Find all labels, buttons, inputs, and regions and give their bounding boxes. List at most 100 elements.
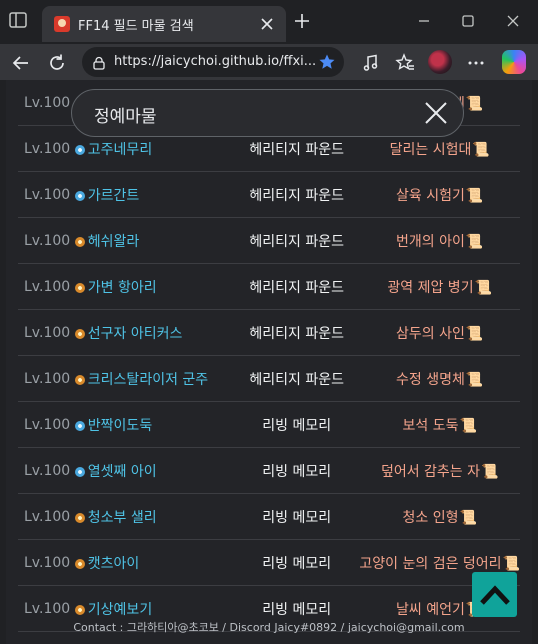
fate-cell[interactable]: 보석 도둑📜 xyxy=(359,401,520,448)
level-cell: Lv.100 xyxy=(18,171,74,218)
lock-icon[interactable] xyxy=(92,55,106,70)
scroll-icon: 📜 xyxy=(481,463,499,480)
tab-title: FF14 필드 마물 검색 xyxy=(78,19,194,34)
search-bar[interactable]: 정예마물 xyxy=(71,89,464,137)
monster-table: Lv.100크리스탈라이저 군주샬로니 황야수정 생명체📜Lv.100고주네무리… xyxy=(18,80,520,632)
profile-avatar[interactable] xyxy=(428,50,452,74)
level-label: Lv.100 xyxy=(24,508,71,525)
copilot-icon[interactable] xyxy=(502,50,526,74)
monster-name[interactable]: 헤쉬왈라 xyxy=(73,217,235,264)
new-tab-icon[interactable] xyxy=(292,11,312,31)
chevron-up-icon xyxy=(480,585,510,605)
monster-name[interactable]: 크리스탈라이저 군주 xyxy=(73,355,235,402)
fate-name: 달리는 시험대 xyxy=(389,141,472,158)
back-icon[interactable] xyxy=(10,52,32,74)
level-label: Lv.100 xyxy=(24,94,71,111)
scroll-icon: 📜 xyxy=(465,233,484,250)
scroll-icon: 📜 xyxy=(465,95,484,112)
fate-cell[interactable]: 광역 제압 병기📜 xyxy=(359,263,520,310)
level-cell: Lv.100 xyxy=(18,263,74,310)
fate-cell[interactable]: 삼두의 사인📜 xyxy=(359,309,520,356)
fate-name: 살육 시험기 xyxy=(396,187,465,204)
scroll-icon: 📜 xyxy=(465,325,484,342)
browser-tab[interactable]: FF14 필드 마물 검색 xyxy=(42,6,286,42)
search-input[interactable]: 정예마물 xyxy=(94,102,157,127)
fate-name: 수정 생명체 xyxy=(396,371,465,388)
location-cell: 리빙 메모리 xyxy=(234,539,360,586)
fate-name: 보석 도둑 xyxy=(402,417,459,434)
scroll-icon: 📜 xyxy=(459,509,477,526)
footer-contact: Contact : 그라하티아@초코보 / Discord Jaicy#0892… xyxy=(73,621,465,634)
location-cell: 헤리티지 파운드 xyxy=(234,217,360,264)
scroll-icon: 📜 xyxy=(465,371,484,388)
rank-icon xyxy=(74,328,85,339)
fate-cell[interactable]: 번개의 아이📜 xyxy=(359,217,520,264)
level-cell: Lv.100 xyxy=(18,217,74,264)
monster-name[interactable]: 가르간트 xyxy=(73,171,235,218)
location-cell: 헤리티지 파운드 xyxy=(234,263,360,310)
tab-close-icon[interactable] xyxy=(258,15,276,33)
table-row: Lv.100 가르간트 헤리티지 파운드 살육 시험기📜 xyxy=(18,171,520,218)
level-label: Lv.100 xyxy=(24,278,71,295)
monster-name[interactable]: 청소부 샐리 xyxy=(73,493,235,540)
level-cell: Lv.100 xyxy=(18,447,74,494)
tab-favicon-icon xyxy=(54,16,70,32)
fate-name: 청소 인형 xyxy=(402,509,459,526)
fate-cell[interactable]: 청소 인형📜 xyxy=(359,493,520,540)
rank-icon xyxy=(74,604,85,615)
reload-icon[interactable] xyxy=(46,52,68,74)
address-bar: https://jaicychoi.github.io/ffxi... xyxy=(0,44,538,80)
rank-icon xyxy=(74,558,85,569)
more-menu-icon[interactable] xyxy=(465,52,487,74)
table-row: Lv.100 가변 항아리 헤리티지 파운드 광역 제압 병기📜 xyxy=(18,263,520,310)
fate-cell[interactable]: 살육 시험기📜 xyxy=(359,171,520,218)
level-label: Lv.100 xyxy=(24,554,71,571)
level-cell: Lv.100 xyxy=(18,125,74,172)
monster-name[interactable]: 가변 항아리 xyxy=(73,263,235,310)
location-cell: 리빙 메모리 xyxy=(234,401,360,448)
monster-name[interactable]: 열셋째 아이 xyxy=(73,447,235,494)
rank-icon xyxy=(74,144,85,155)
rank-icon xyxy=(74,374,85,385)
url-text: https://jaicychoi.github.io/ffxi... xyxy=(114,54,317,69)
clear-search-icon[interactable] xyxy=(423,100,449,126)
close-window-icon[interactable] xyxy=(503,11,523,31)
minimize-icon[interactable] xyxy=(414,11,434,31)
sidebar-toggle-icon[interactable] xyxy=(8,10,32,34)
media-control-icon[interactable] xyxy=(360,52,382,74)
fate-name: 광역 제압 병기 xyxy=(387,279,474,296)
scroll-icon: 📜 xyxy=(472,141,490,158)
rank-icon xyxy=(74,282,85,293)
fate-name: 덮어서 감추는 자 xyxy=(380,463,481,480)
monster-name[interactable]: 선구자 아티커스 xyxy=(73,309,235,356)
level-label: Lv.100 xyxy=(24,416,71,433)
table-row: Lv.100 크리스탈라이저 군주 헤리티지 파운드 수정 생명체📜 xyxy=(18,355,520,402)
rank-icon xyxy=(74,236,85,247)
rank-icon xyxy=(74,190,85,201)
location-cell: 리빙 메모리 xyxy=(234,447,360,494)
fate-cell[interactable]: 수정 생명체📜 xyxy=(359,355,520,402)
scroll-icon: 📜 xyxy=(474,279,493,296)
scroll-icon: 📜 xyxy=(502,555,520,572)
scroll-icon: 📜 xyxy=(459,417,477,434)
level-label: Lv.100 xyxy=(24,140,71,157)
level-cell: Lv.100 xyxy=(18,401,74,448)
page-content: Lv.100크리스탈라이저 군주샬로니 황야수정 생명체📜Lv.100고주네무리… xyxy=(6,80,532,644)
rank-icon xyxy=(74,512,85,523)
favorites-icon[interactable] xyxy=(394,52,416,74)
level-cell: Lv.100 xyxy=(18,80,74,126)
level-cell: Lv.100 xyxy=(18,539,74,586)
url-field[interactable]: https://jaicychoi.github.io/ffxi... xyxy=(82,47,344,77)
scroll-to-top-button[interactable] xyxy=(472,572,517,617)
monster-name[interactable]: 반짝이도둑 xyxy=(73,401,235,448)
table-row: Lv.100 헤쉬왈라 헤리티지 파운드 번개의 아이📜 xyxy=(18,217,520,264)
maximize-icon[interactable] xyxy=(458,11,478,31)
scroll-icon: 📜 xyxy=(465,187,484,204)
level-cell: Lv.100 xyxy=(18,309,74,356)
fate-cell[interactable]: 덮어서 감추는 자📜 xyxy=(359,447,520,494)
monster-name[interactable]: 캣츠아이 xyxy=(73,539,235,586)
favorite-star-icon[interactable] xyxy=(318,53,336,71)
table-row: Lv.100 청소부 샐리 리빙 메모리 청소 인형📜 xyxy=(18,493,520,540)
fate-name: 고양이 눈의 검은 덩어리 xyxy=(359,555,502,572)
level-label: Lv.100 xyxy=(24,600,71,617)
